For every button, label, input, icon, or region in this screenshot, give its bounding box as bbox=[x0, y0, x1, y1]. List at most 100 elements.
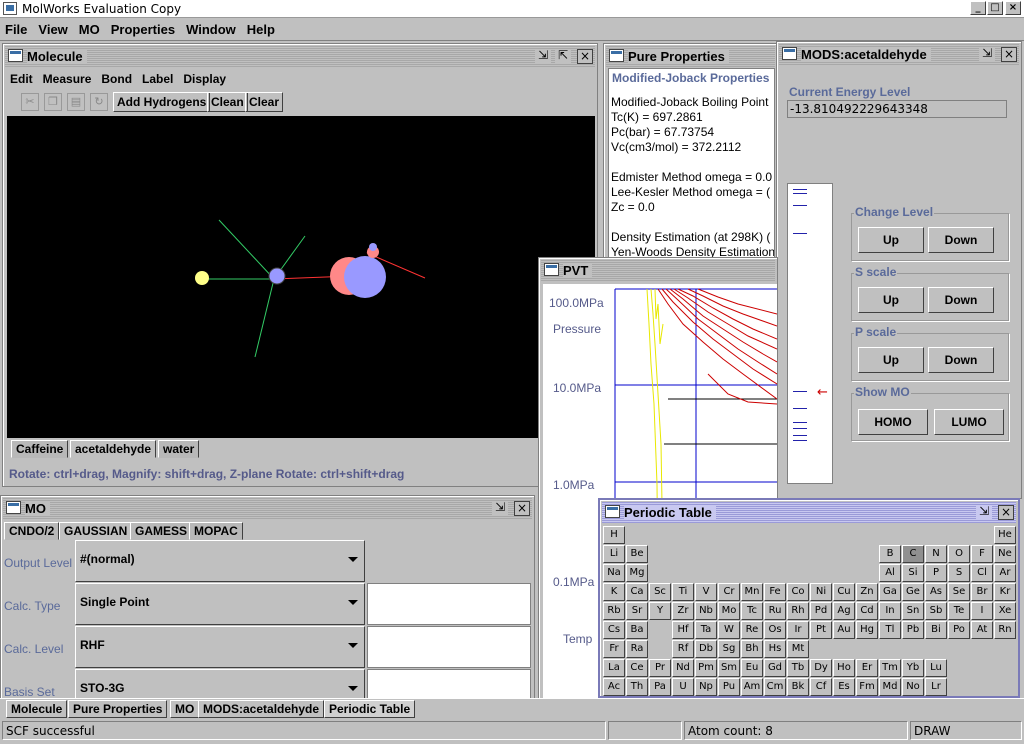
element-lr[interactable]: Lr bbox=[925, 678, 947, 696]
element-fr[interactable]: Fr bbox=[603, 640, 625, 658]
pure-properties-titlebar[interactable]: Pure Properties bbox=[606, 46, 775, 67]
element-dy[interactable]: Dy bbox=[810, 659, 832, 677]
element-ti[interactable]: Ti bbox=[672, 583, 694, 601]
element-rn[interactable]: Rn bbox=[994, 621, 1016, 639]
maximize-icon[interactable]: ⇱ bbox=[555, 49, 571, 64]
lumo-button[interactable]: LUMO bbox=[934, 409, 1004, 435]
copy-icon[interactable]: ❐ bbox=[44, 93, 62, 111]
element-zn[interactable]: Zn bbox=[856, 583, 878, 601]
element-yb[interactable]: Yb bbox=[902, 659, 924, 677]
element-eu[interactable]: Eu bbox=[741, 659, 763, 677]
minimize-icon[interactable]: ⇲ bbox=[976, 505, 992, 520]
element-cm[interactable]: Cm bbox=[764, 678, 786, 696]
element-i[interactable]: I bbox=[971, 602, 993, 620]
element-tm[interactable]: Tm bbox=[879, 659, 901, 677]
minimize-icon[interactable]: ⇲ bbox=[979, 47, 995, 62]
s-scale-down-button[interactable]: Down bbox=[928, 287, 994, 313]
element-tb[interactable]: Tb bbox=[787, 659, 809, 677]
element-s[interactable]: S bbox=[948, 564, 970, 582]
element-rh[interactable]: Rh bbox=[787, 602, 809, 620]
menu-mo[interactable]: MO bbox=[74, 19, 106, 37]
element-ag[interactable]: Ag bbox=[833, 602, 855, 620]
element-sc[interactable]: Sc bbox=[649, 583, 671, 601]
close-icon[interactable]: × bbox=[1001, 47, 1017, 62]
element-p[interactable]: P bbox=[925, 564, 947, 582]
element-hf[interactable]: Hf bbox=[672, 621, 694, 639]
element-pu[interactable]: Pu bbox=[718, 678, 740, 696]
task-periodic-table[interactable]: Periodic Table bbox=[324, 700, 416, 718]
element-cl[interactable]: Cl bbox=[971, 564, 993, 582]
minimize-icon[interactable]: ⇲ bbox=[535, 49, 551, 64]
homo-button[interactable]: HOMO bbox=[858, 409, 928, 435]
paste-icon[interactable]: ▤ bbox=[67, 93, 85, 111]
element-th[interactable]: Th bbox=[626, 678, 648, 696]
redo-icon[interactable]: ↻ bbox=[90, 93, 108, 111]
energy-level-diagram[interactable] bbox=[787, 183, 833, 484]
element-ta[interactable]: Ta bbox=[695, 621, 717, 639]
element-he[interactable]: He bbox=[994, 526, 1016, 544]
tab-gamess[interactable]: GAMESS bbox=[130, 522, 193, 540]
element-er[interactable]: Er bbox=[856, 659, 878, 677]
element-pb[interactable]: Pb bbox=[902, 621, 924, 639]
element-nb[interactable]: Nb bbox=[695, 602, 717, 620]
element-bk[interactable]: Bk bbox=[787, 678, 809, 696]
change-level-down-button[interactable]: Down bbox=[928, 227, 994, 253]
basis-set-select[interactable]: STO-3G bbox=[75, 669, 365, 698]
element-ru[interactable]: Ru bbox=[764, 602, 786, 620]
tab-acetaldehyde[interactable]: acetaldehyde bbox=[70, 440, 157, 458]
periodic-table-titlebar[interactable]: Periodic Table ⇲ × bbox=[602, 502, 1016, 523]
element-at[interactable]: At bbox=[971, 621, 993, 639]
element-k[interactable]: K bbox=[603, 583, 625, 601]
element-pd[interactable]: Pd bbox=[810, 602, 832, 620]
element-li[interactable]: Li bbox=[603, 545, 625, 563]
element-sm[interactable]: Sm bbox=[718, 659, 740, 677]
element-c[interactable]: C bbox=[902, 545, 924, 563]
element-si[interactable]: Si bbox=[902, 564, 924, 582]
element-o[interactable]: O bbox=[948, 545, 970, 563]
element-ca[interactable]: Ca bbox=[626, 583, 648, 601]
element-cs[interactable]: Cs bbox=[603, 621, 625, 639]
menu-window[interactable]: Window bbox=[181, 19, 242, 37]
element-w[interactable]: W bbox=[718, 621, 740, 639]
p-scale-down-button[interactable]: Down bbox=[928, 347, 994, 373]
element-sg[interactable]: Sg bbox=[718, 640, 740, 658]
pvt-titlebar[interactable]: PVT bbox=[541, 260, 775, 281]
task-mo[interactable]: MO bbox=[170, 700, 200, 718]
menu-properties[interactable]: Properties bbox=[106, 19, 181, 37]
menu-help[interactable]: Help bbox=[242, 19, 281, 37]
element-cd[interactable]: Cd bbox=[856, 602, 878, 620]
element-am[interactable]: Am bbox=[741, 678, 763, 696]
element-ne[interactable]: Ne bbox=[994, 545, 1016, 563]
element-rb[interactable]: Rb bbox=[603, 602, 625, 620]
element-y[interactable]: Y bbox=[649, 602, 671, 620]
element-fe[interactable]: Fe bbox=[764, 583, 786, 601]
element-hg[interactable]: Hg bbox=[856, 621, 878, 639]
element-f[interactable]: F bbox=[971, 545, 993, 563]
element-ac[interactable]: Ac bbox=[603, 678, 625, 696]
element-cf[interactable]: Cf bbox=[810, 678, 832, 696]
element-pt[interactable]: Pt bbox=[810, 621, 832, 639]
basis-set-field[interactable] bbox=[367, 669, 531, 698]
calc-type-select[interactable]: Single Point bbox=[75, 583, 365, 625]
molecule-titlebar[interactable]: Molecule ⇲ ⇱ × bbox=[5, 46, 595, 67]
element-b[interactable]: B bbox=[879, 545, 901, 563]
tab-cndo2[interactable]: CNDO/2 bbox=[4, 522, 60, 540]
element-cu[interactable]: Cu bbox=[833, 583, 855, 601]
element-re[interactable]: Re bbox=[741, 621, 763, 639]
task-molecule[interactable]: Molecule bbox=[6, 700, 68, 718]
element-ar[interactable]: Ar bbox=[994, 564, 1016, 582]
clean-button[interactable]: Clean bbox=[207, 92, 248, 112]
element-fm[interactable]: Fm bbox=[856, 678, 878, 696]
element-pr[interactable]: Pr bbox=[649, 659, 671, 677]
close-icon[interactable]: × bbox=[998, 505, 1014, 520]
calc-level-select[interactable]: RHF bbox=[75, 626, 365, 668]
menu-edit[interactable]: Edit bbox=[5, 70, 38, 86]
element-hs[interactable]: Hs bbox=[764, 640, 786, 658]
clear-button[interactable]: Clear bbox=[245, 92, 284, 112]
menu-label[interactable]: Label bbox=[137, 70, 178, 86]
cut-icon[interactable]: ✂ bbox=[21, 93, 39, 111]
element-pa[interactable]: Pa bbox=[649, 678, 671, 696]
element-v[interactable]: V bbox=[695, 583, 717, 601]
menu-bond[interactable]: Bond bbox=[96, 70, 137, 86]
calc-level-field[interactable] bbox=[367, 626, 531, 668]
